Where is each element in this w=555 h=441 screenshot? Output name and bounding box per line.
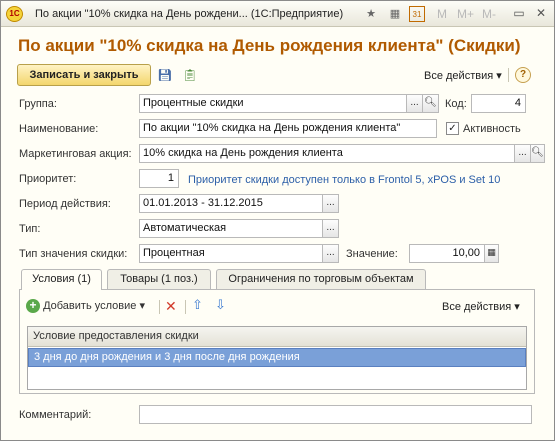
group-select-button[interactable]: ...	[406, 94, 423, 113]
save-icon[interactable]: 💾︎	[156, 66, 174, 84]
priority-field[interactable]: 1	[139, 169, 179, 188]
search-icon[interactable]: 🔍︎	[422, 94, 439, 113]
period-field[interactable]: 01.01.2013 - 31.12.2015	[139, 194, 323, 213]
type-label: Тип:	[19, 223, 41, 235]
name-label: Наименование:	[19, 123, 99, 135]
value-type-field[interactable]: Процентная	[139, 244, 323, 263]
delete-icon[interactable]: ✕	[165, 298, 177, 315]
title-bar: 1С По акции "10% скидка на День рождени.…	[1, 1, 554, 27]
move-up-icon[interactable]: ⇧	[192, 297, 203, 313]
group-label: Группа:	[19, 98, 57, 110]
close-icon[interactable]: ✕	[531, 4, 551, 22]
name-field[interactable]: По акции "10% скидка на День рождения кл…	[139, 119, 437, 138]
calculator-icon[interactable]: ▦	[484, 244, 499, 263]
all-actions-menu[interactable]: Все действия ▾	[424, 69, 502, 82]
memory-add[interactable]: M+	[457, 6, 474, 22]
dropdown-arrow-icon: ▾	[514, 301, 520, 313]
form-title: По акции "10% скидка на День рождения кл…	[18, 36, 521, 55]
add-condition-label: Добавить условие	[43, 300, 137, 312]
active-label: Активность	[463, 123, 521, 135]
conditions-all-actions-menu[interactable]: Все действия ▾	[442, 300, 520, 313]
tab-conditions[interactable]: Условия (1)	[21, 269, 102, 290]
value-type-label: Тип значения скидки:	[19, 248, 128, 260]
tab-restrictions[interactable]: Ограничения по торговым объектам	[216, 269, 426, 289]
priority-label: Приоритет:	[19, 173, 77, 185]
comment-field[interactable]	[139, 405, 532, 424]
app-logo[interactable]: 1С	[6, 6, 23, 22]
code-field[interactable]: 4	[471, 94, 526, 113]
table-row[interactable]: 3 дня до дня рождения и 3 дня после дня …	[28, 348, 526, 367]
promotion-field[interactable]: 10% скидка на День рождения клиента	[139, 144, 515, 163]
bookmark-icon[interactable]: ★	[363, 6, 379, 22]
all-actions-label: Все действия	[424, 70, 494, 82]
type-select-button[interactable]: ...	[322, 219, 339, 238]
dropdown-arrow-icon: ▾	[139, 300, 145, 312]
group-field[interactable]: Процентные скидки	[139, 94, 407, 113]
promotion-select-button[interactable]: ...	[514, 144, 531, 163]
active-checkbox[interactable]: ✓	[446, 122, 459, 135]
restore-icon[interactable]: ▭	[509, 4, 529, 22]
memory-store[interactable]: M	[437, 6, 447, 22]
add-icon: +	[26, 299, 40, 313]
comment-label: Комментарий:	[19, 409, 92, 421]
period-select-button[interactable]: ...	[322, 194, 339, 213]
calendar-icon[interactable]: 31	[409, 6, 425, 22]
post-document-icon[interactable]: 📋︎	[181, 66, 199, 84]
conditions-table[interactable]: Условие предоставления скидки 3 дня до д…	[27, 326, 527, 390]
column-header-condition[interactable]: Условие предоставления скидки	[28, 327, 526, 347]
save-and-close-button[interactable]: Записать и закрыть	[17, 64, 151, 86]
toolbar-separator	[508, 68, 509, 82]
window-title: По акции "10% скидка на День рождени... …	[35, 8, 344, 20]
period-label: Период действия:	[19, 198, 111, 210]
promotion-label: Маркетинговая акция:	[19, 148, 132, 160]
value-type-select-button[interactable]: ...	[322, 244, 339, 263]
amount-label: Значение:	[346, 248, 398, 260]
calculator-icon[interactable]: ▦	[387, 6, 403, 22]
add-condition-button[interactable]: + Добавить условие ▾	[26, 299, 145, 313]
toolbar-separator	[159, 300, 160, 314]
memory-subtract[interactable]: M-	[482, 6, 496, 22]
amount-field[interactable]: 10,00	[409, 244, 485, 263]
search-icon[interactable]: 🔍︎	[530, 144, 545, 163]
dropdown-arrow-icon: ▾	[496, 70, 502, 82]
tab-products[interactable]: Товары (1 поз.)	[107, 269, 211, 289]
move-down-icon[interactable]: ⇩	[215, 297, 226, 313]
toolbar-separator	[185, 300, 186, 314]
all-actions-label: Все действия	[442, 301, 512, 313]
code-label: Код:	[445, 98, 467, 110]
priority-hint: Приоритет скидки доступен только в Front…	[188, 174, 501, 186]
help-button[interactable]: ?	[515, 67, 531, 83]
type-field[interactable]: Автоматическая	[139, 219, 323, 238]
form-window: 1С По акции "10% скидка на День рождени.…	[0, 0, 555, 441]
